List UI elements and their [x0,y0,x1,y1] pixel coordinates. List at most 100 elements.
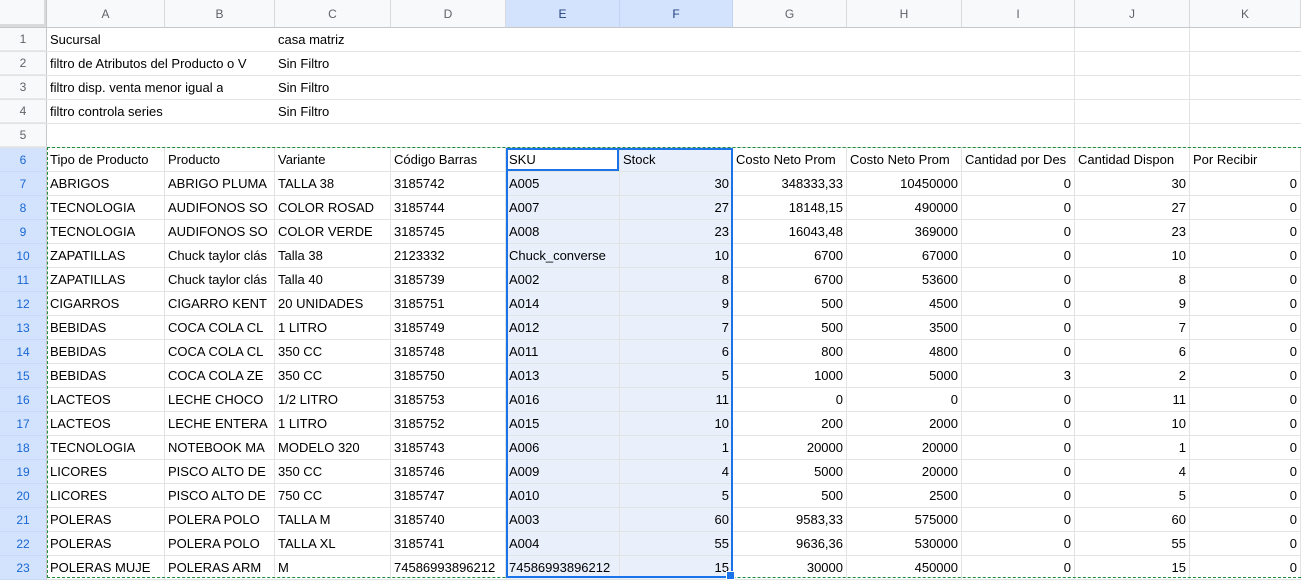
cell-D15[interactable]: 3185750 [391,364,506,388]
column-header-A[interactable]: A [47,0,165,28]
cell-D8[interactable]: 3185744 [391,196,506,220]
cell-D10[interactable]: 2123332 [391,244,506,268]
cell-A22[interactable]: POLERAS [47,532,165,556]
cell-F9[interactable]: 23 [620,220,733,244]
cell-J12[interactable]: 9 [1075,292,1190,316]
cell-H21[interactable]: 575000 [847,508,962,532]
cell-K17[interactable]: 0 [1190,412,1301,436]
cell-D14[interactable]: 3185748 [391,340,506,364]
column-header-G[interactable]: G [733,0,847,28]
column-header-E[interactable]: E [506,0,620,28]
cell-I14[interactable]: 0 [962,340,1075,364]
cell-H18[interactable]: 20000 [847,436,962,460]
column-header-H[interactable]: H [847,0,962,28]
cell-K16[interactable]: 0 [1190,388,1301,412]
cell-J17[interactable]: 10 [1075,412,1190,436]
cell-C14[interactable]: 350 CC [275,340,391,364]
cell-I8[interactable]: 0 [962,196,1075,220]
cell-A13[interactable]: BEBIDAS [47,316,165,340]
cell-G21[interactable]: 9583,33 [733,508,847,532]
cell-B7[interactable]: ABRIGO PLUMA [165,172,275,196]
row-header-4[interactable]: 4 [0,100,47,123]
cell-I9[interactable]: 0 [962,220,1075,244]
cell-F7[interactable]: 30 [620,172,733,196]
cell-K7[interactable]: 0 [1190,172,1301,196]
cell-I18[interactable]: 0 [962,436,1075,460]
cell-G17[interactable]: 200 [733,412,847,436]
cell-B8[interactable]: AUDIFONOS SO [165,196,275,220]
cell-K20[interactable]: 0 [1190,484,1301,508]
column-header-D[interactable]: D [391,0,506,28]
cell-J21[interactable]: 60 [1075,508,1190,532]
cell-B15[interactable]: COCA COLA ZE [165,364,275,388]
row-header-7[interactable]: 7 [0,172,47,196]
cell-K21[interactable]: 0 [1190,508,1301,532]
cell-D19[interactable]: 3185746 [391,460,506,484]
cell-I20[interactable]: 0 [962,484,1075,508]
cell-I15[interactable]: 3 [962,364,1075,388]
cell-B13[interactable]: COCA COLA CL [165,316,275,340]
cell-E19[interactable]: A009 [506,460,620,484]
cell-G16[interactable]: 0 [733,388,847,412]
row-header-11[interactable]: 11 [0,268,47,292]
cell-H10[interactable]: 67000 [847,244,962,268]
cell-F14[interactable]: 6 [620,340,733,364]
cell-G8[interactable]: 18148,15 [733,196,847,220]
cell-B9[interactable]: AUDIFONOS SO [165,220,275,244]
cell-A20[interactable]: LICORES [47,484,165,508]
cell-J7[interactable]: 30 [1075,172,1190,196]
cell-D16[interactable]: 3185753 [391,388,506,412]
cell-I7[interactable]: 0 [962,172,1075,196]
row-header-13[interactable]: 13 [0,316,47,340]
column-header-B[interactable]: B [165,0,275,28]
cell-A9[interactable]: TECNOLOGIA [47,220,165,244]
cell-K9[interactable]: 0 [1190,220,1301,244]
cell-K10[interactable]: 0 [1190,244,1301,268]
cell-K15[interactable]: 0 [1190,364,1301,388]
cell-A8[interactable]: TECNOLOGIA [47,196,165,220]
column-header-I[interactable]: I [962,0,1075,28]
cell-K19[interactable]: 0 [1190,460,1301,484]
cell-H11[interactable]: 53600 [847,268,962,292]
cell-B11[interactable]: Chuck taylor clás [165,268,275,292]
cell-J8[interactable]: 27 [1075,196,1190,220]
cell-H7[interactable]: 10450000 [847,172,962,196]
cell-H19[interactable]: 20000 [847,460,962,484]
cell-D12[interactable]: 3185751 [391,292,506,316]
cell-H6[interactable]: Costo Neto Prom [847,148,962,172]
cell-A15[interactable]: BEBIDAS [47,364,165,388]
cell-H12[interactable]: 4500 [847,292,962,316]
cell-F18[interactable]: 1 [620,436,733,460]
cell-G9[interactable]: 16043,48 [733,220,847,244]
cell-K18[interactable]: 0 [1190,436,1301,460]
cell-J6[interactable]: Cantidad Dispon [1075,148,1190,172]
cell-D6[interactable]: Código Barras [391,148,506,172]
cell-E16[interactable]: A016 [506,388,620,412]
select-all-corner[interactable] [0,0,47,28]
cell-E21[interactable]: A003 [506,508,620,532]
row-header-12[interactable]: 12 [0,292,47,316]
cell-H8[interactable]: 490000 [847,196,962,220]
cell-D20[interactable]: 3185747 [391,484,506,508]
cell-I16[interactable]: 0 [962,388,1075,412]
cell-F6[interactable]: Stock [620,148,733,172]
cell-F20[interactable]: 5 [620,484,733,508]
row-header-10[interactable]: 10 [0,244,47,268]
cell-C11[interactable]: Talla 40 [275,268,391,292]
row-header-18[interactable]: 18 [0,436,47,460]
cell-E15[interactable]: A013 [506,364,620,388]
cell-C10[interactable]: Talla 38 [275,244,391,268]
cell-B19[interactable]: PISCO ALTO DE [165,460,275,484]
cell-F17[interactable]: 10 [620,412,733,436]
row-header-6[interactable]: 6 [0,148,47,172]
cell-E14[interactable]: A011 [506,340,620,364]
cell-E6[interactable]: SKU [506,148,620,172]
cell-D18[interactable]: 3185743 [391,436,506,460]
cell-I11[interactable]: 0 [962,268,1075,292]
cell-I21[interactable]: 0 [962,508,1075,532]
cell-A21[interactable]: POLERAS [47,508,165,532]
cell-A11[interactable]: ZAPATILLAS [47,268,165,292]
cell-E8[interactable]: A007 [506,196,620,220]
row-header-14[interactable]: 14 [0,340,47,364]
row-header-20[interactable]: 20 [0,484,47,508]
